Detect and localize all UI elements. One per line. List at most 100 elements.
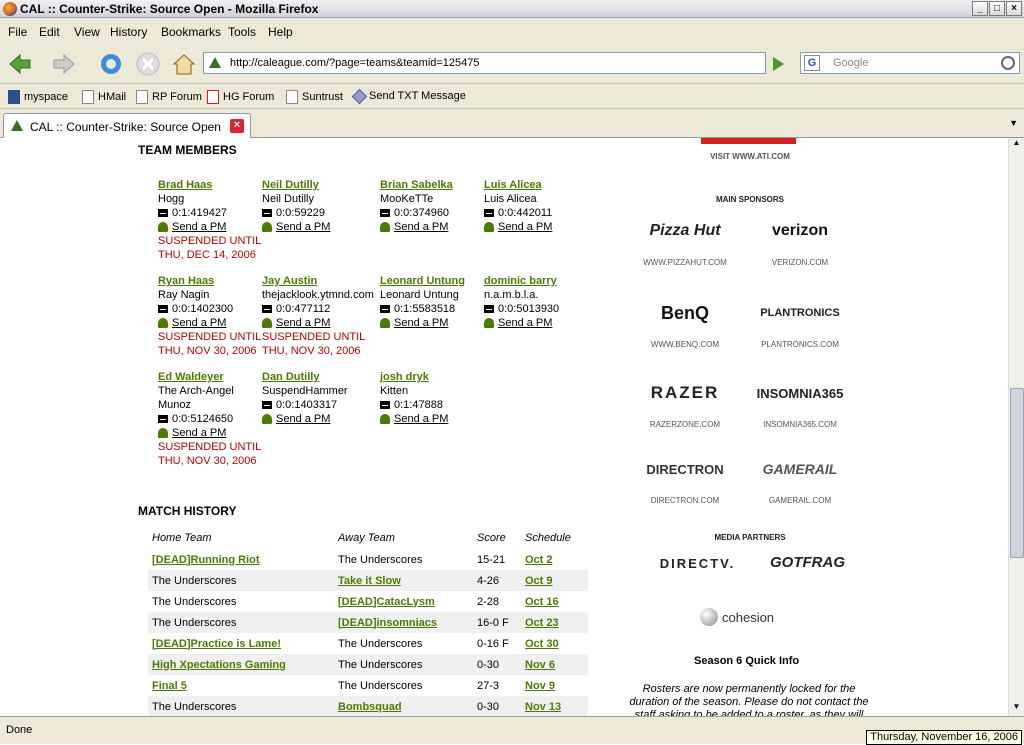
steam-id-icon xyxy=(484,209,494,217)
team-members-heading: TEAM MEMBERS xyxy=(138,143,237,157)
menu-help[interactable]: Help xyxy=(268,25,293,39)
send-pm-link[interactable]: Send a PM xyxy=(276,316,330,330)
schedule-link[interactable]: Oct 30 xyxy=(525,638,559,650)
tab-close-icon[interactable]: × xyxy=(230,119,244,133)
menu-tools[interactable]: Tools xyxy=(228,25,256,39)
bookmark-hg-forum[interactable]: HG Forum xyxy=(207,90,274,104)
away-team-link[interactable]: [DEAD]insomniacs xyxy=(338,617,437,629)
sponsor[interactable]: Pizza Hut WWW.PIZZAHUT.COM xyxy=(630,208,740,267)
member-name-link[interactable]: Luis Alicea xyxy=(484,179,542,191)
media-cohesion[interactable]: cohesion xyxy=(700,608,810,626)
bookmark-hmail[interactable]: HMail xyxy=(82,90,126,104)
schedule-link[interactable]: Oct 9 xyxy=(525,575,553,587)
away-team-link[interactable]: Take it Slow xyxy=(338,575,401,587)
scroll-thumb[interactable] xyxy=(1010,388,1024,558)
send-pm-link[interactable]: Send a PM xyxy=(394,316,448,330)
page-content: TEAM MEMBERS Brad Haas Hogg 0:1:419427 Send… xyxy=(0,138,1008,716)
member-name-link[interactable]: dominic barry xyxy=(484,275,557,287)
schedule-link[interactable]: Oct 16 xyxy=(525,596,559,608)
send-pm-link[interactable]: Send a PM xyxy=(394,412,448,426)
schedule-link[interactable]: Oct 23 xyxy=(525,617,559,629)
minimize-button[interactable]: _ xyxy=(972,1,988,16)
tab-list-icon[interactable]: ▼ xyxy=(1009,118,1018,128)
schedule-link[interactable]: Nov 13 xyxy=(525,701,561,713)
menu-view[interactable]: View xyxy=(74,25,100,39)
sponsor[interactable]: PLANTRONICS PLANTRONICS.COM xyxy=(745,290,855,349)
away-team-link[interactable]: [DEAD]CatacLysm xyxy=(338,596,435,608)
home-team-link[interactable]: [DEAD]Running Riot xyxy=(152,554,260,566)
away-team-link[interactable]: Bombsquad xyxy=(338,701,402,713)
send-pm-link[interactable]: Send a PM xyxy=(172,316,226,330)
close-button[interactable]: × xyxy=(1006,1,1022,16)
forward-arrow-icon[interactable] xyxy=(50,50,78,78)
member-name-link[interactable]: Brad Haas xyxy=(158,179,212,191)
schedule-link[interactable]: Nov 9 xyxy=(525,680,555,692)
sponsor[interactable]: GAMERAIL GAMERAIL.COM xyxy=(745,446,855,505)
member-name-link[interactable]: Dan Dutilly xyxy=(262,371,319,383)
schedule-link[interactable]: Nov 6 xyxy=(525,659,555,671)
schedule-link[interactable]: Oct 2 xyxy=(525,554,553,566)
scroll-up-icon[interactable]: ▲ xyxy=(1009,138,1024,152)
magnifier-icon[interactable] xyxy=(1001,56,1015,70)
sponsor-url: WWW.BENQ.COM xyxy=(651,340,719,349)
home-team-link[interactable]: Final 5 xyxy=(152,680,187,692)
member-name-link[interactable]: Neil Dutilly xyxy=(262,179,319,191)
google-icon: G xyxy=(804,55,820,71)
send-pm-link[interactable]: Send a PM xyxy=(276,220,330,234)
member-name-link[interactable]: Ed Waldeyer xyxy=(158,371,224,383)
sponsor[interactable]: BenQ WWW.BENQ.COM xyxy=(630,290,740,350)
sponsor[interactable]: DIRECTRON DIRECTRON.COM xyxy=(630,446,740,506)
sponsor-url: WWW.PIZZAHUT.COM xyxy=(643,258,727,267)
match-row: The Underscores Take it Slow 4-26 Oct 9 xyxy=(148,570,588,591)
media-partners-heading: MEDIA PARTNERS xyxy=(714,533,786,542)
tab-active[interactable]: CAL :: Counter-Strike: Source Open × xyxy=(3,113,251,138)
media-gotfrag[interactable]: GOTFRAG xyxy=(765,554,850,571)
sponsor-url: DIRECTRON.COM xyxy=(650,496,720,505)
send-pm-link[interactable]: Send a PM xyxy=(172,220,226,234)
quick-info-text: Rosters are now permanently locked for t… xyxy=(629,683,869,716)
sponsor[interactable]: INSOMNIA365 INSOMNIA365.COM xyxy=(745,370,855,430)
menu-edit[interactable]: Edit xyxy=(39,25,60,39)
sponsor[interactable]: verizon VERIZON.COM xyxy=(745,208,855,267)
ati-visit-link[interactable]: VISIT WWW.ATI.COM xyxy=(690,152,810,161)
member-name-link[interactable]: josh dryk xyxy=(380,371,429,383)
menu-history[interactable]: History xyxy=(110,25,147,39)
url-bar[interactable]: http://caleague.com/?page=teams&teamid=1… xyxy=(203,52,766,74)
myspace-icon xyxy=(8,90,20,104)
home-icon[interactable] xyxy=(170,50,198,78)
steam-id-icon xyxy=(380,209,390,217)
member-name-link[interactable]: Ryan Haas xyxy=(158,275,214,287)
user-icon xyxy=(262,414,272,424)
bookmark-myspace[interactable]: myspace xyxy=(8,90,68,104)
ati-banner[interactable] xyxy=(701,138,796,144)
team-member: Neil Dutilly Neil Dutilly 0:0:59229 Send a … xyxy=(262,178,382,234)
home-team-link[interactable]: High Xpectations Gaming xyxy=(152,659,286,671)
scroll-down-icon[interactable]: ▼ xyxy=(1009,702,1024,716)
search-input[interactable]: G Google xyxy=(800,52,1020,74)
suspended-date: THU, NOV 30, 2006 xyxy=(158,345,257,357)
member-alias: Neil Dutilly xyxy=(262,193,314,205)
send-pm-link[interactable]: Send a PM xyxy=(276,412,330,426)
member-name-link[interactable]: Brian Sabelka xyxy=(380,179,453,191)
menu-bookmarks[interactable]: Bookmarks xyxy=(161,25,221,39)
reload-icon[interactable] xyxy=(97,50,125,78)
bookmark-suntrust[interactable]: Suntrust xyxy=(286,90,343,104)
send-pm-link[interactable]: Send a PM xyxy=(394,220,448,234)
back-arrow-icon[interactable] xyxy=(6,50,34,78)
send-pm-link[interactable]: Send a PM xyxy=(172,426,226,440)
home-team-link[interactable]: [DEAD]Practice is Lame! xyxy=(152,638,281,650)
member-name-link[interactable]: Leonard Untung xyxy=(380,275,465,287)
go-arrow-icon[interactable] xyxy=(768,54,788,74)
sponsor[interactable]: RAZER RAZERZONE.COM xyxy=(630,370,740,429)
menu-file[interactable]: File xyxy=(8,25,27,39)
tab-label: CAL :: Counter-Strike: Source Open xyxy=(30,120,221,134)
vertical-scrollbar[interactable]: ▲ ▼ xyxy=(1008,138,1024,716)
send-pm-link[interactable]: Send a PM xyxy=(498,316,552,330)
stop-icon[interactable] xyxy=(134,50,162,78)
member-name-link[interactable]: Jay Austin xyxy=(262,275,317,287)
bookmark-send-txt[interactable]: Send TXT Message xyxy=(351,88,466,104)
media-directv[interactable]: DIRECTV. xyxy=(645,556,750,571)
maximize-button[interactable]: □ xyxy=(989,1,1005,16)
bookmark-rp-forum[interactable]: RP Forum xyxy=(136,90,202,104)
send-pm-link[interactable]: Send a PM xyxy=(498,220,552,234)
